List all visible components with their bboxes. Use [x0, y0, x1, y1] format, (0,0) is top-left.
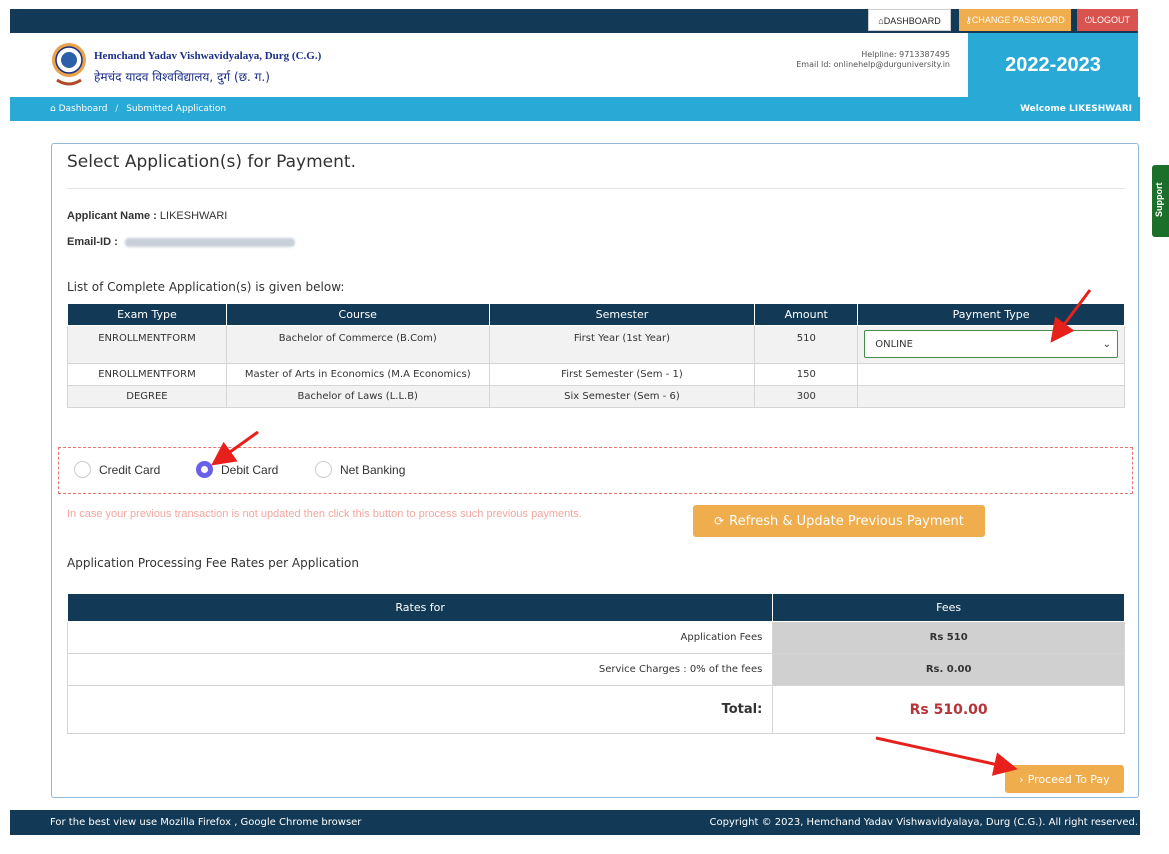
applicant-name-value: LIKESHWARI [159, 210, 228, 222]
top-bar: ⌂DASHBOARD ⚷CHANGE PASSWORD ⏻LOGOUT [10, 9, 1138, 33]
net-banking-radio[interactable] [315, 461, 332, 478]
course-cell: Master of Arts in Economics (M.A Economi… [225, 363, 490, 386]
university-name-hindi: हेमचंद यादव विश्वविद्यालय, दुर्ग (छ. ग.) [94, 70, 270, 84]
support-tab[interactable]: Support [1152, 165, 1169, 237]
application-fees-value: Rs 510 [772, 621, 1125, 654]
refresh-update-label: Refresh & Update Previous Payment [729, 513, 964, 529]
course-cell: Bachelor of Laws (L.L.B) [225, 385, 490, 408]
total-value: Rs 510.00 [772, 685, 1125, 734]
previous-payment-note: In case your previous transaction is not… [67, 508, 582, 520]
credit-card-label: Credit Card [99, 462, 161, 477]
refresh-icon: ⟳ [714, 514, 725, 528]
email-row: Email-ID : [67, 236, 295, 248]
amount-cell: 300 [754, 385, 859, 408]
fee-rates-label: Application Processing Fee Rates per App… [67, 556, 359, 570]
site-footer: For the best view use Mozilla Firefox , … [10, 810, 1140, 835]
payment-type-cell [857, 363, 1125, 386]
service-charges-value: Rs. 0.00 [772, 653, 1125, 686]
service-charges-label: Service Charges : 0% of the fees [66, 653, 774, 686]
proceed-to-pay-label: Proceed To Pay [1027, 772, 1110, 786]
breadcrumb-current: Submitted Application [126, 104, 227, 114]
amount-cell: 150 [754, 363, 859, 386]
email-label: Email-ID : [67, 236, 118, 248]
helpline-number: Helpline: 9713387495 [861, 50, 950, 59]
proceed-to-pay-button[interactable]: › Proceed To Pay [1005, 765, 1124, 793]
applicant-name-label: Applicant Name : [67, 210, 157, 222]
total-row: Total: Rs 510.00 [66, 685, 1125, 734]
chevron-down-icon: ⌄ [1102, 338, 1111, 350]
breadcrumb-separator: / [115, 104, 119, 114]
divider [67, 188, 1125, 189]
debit-card-option[interactable]: Debit Card [196, 461, 278, 478]
debit-card-radio[interactable] [196, 461, 213, 478]
total-label: Total: [66, 685, 774, 734]
net-banking-option[interactable]: Net Banking [315, 461, 405, 478]
application-fees-label: Application Fees [66, 621, 774, 654]
payment-type-cell [857, 385, 1125, 408]
semester-cell: Six Semester (Sem - 6) [488, 385, 756, 408]
payment-panel: Select Application(s) for Payment. Appli… [51, 143, 1139, 798]
university-logo [52, 43, 86, 86]
fees-header-row: Rates for Fees [66, 593, 1125, 622]
footer-copyright: Copyright © 2023, Hemchand Yadav Vishwav… [709, 817, 1138, 828]
table-row: Application Fees Rs 510 [66, 621, 1125, 654]
page-title: Select Application(s) for Payment. [67, 152, 356, 172]
payment-method-group: Credit Card Debit Card Net Banking [58, 447, 1133, 494]
payment-type-select[interactable]: ONLINE ⌄ [864, 330, 1118, 358]
semester-cell: First Year (1st Year) [488, 325, 756, 364]
credit-card-option[interactable]: Credit Card [74, 461, 160, 478]
applications-header-row: Exam Type Course Semester Amount Payment… [67, 303, 1125, 326]
university-name-english: Hemchand Yadav Vishwavidyalaya, Durg (C.… [94, 50, 322, 62]
applications-table: Exam Type Course Semester Amount Payment… [67, 303, 1125, 408]
help-email: Email Id: onlinehelp@durguniversity.in [796, 60, 950, 69]
semester-cell: First Semester (Sem - 1) [488, 363, 756, 386]
footer-browser-note: For the best view use Mozilla Firefox , … [50, 817, 362, 828]
credit-card-radio[interactable] [74, 461, 91, 478]
amount-cell: 510 [754, 325, 859, 364]
welcome-text: Welcome LIKESHWARI [1020, 104, 1132, 114]
net-banking-label: Net Banking [340, 462, 406, 477]
helpline-info: Helpline: 9713387495 Email Id: onlinehel… [796, 50, 950, 70]
table-row: Service Charges : 0% of the fees Rs. 0.0… [66, 653, 1125, 686]
column-header: Fees [772, 593, 1125, 622]
email-redacted [124, 237, 295, 247]
exam-type-cell: DEGREE [67, 385, 227, 408]
site-header: Hemchand Yadav Vishwavidyalaya, Durg (C.… [10, 33, 1138, 97]
column-header: Course [225, 303, 490, 326]
exam-type-cell: ENROLLMENTFORM [67, 325, 227, 364]
column-header: Rates for [66, 593, 774, 622]
dashboard-button[interactable]: ⌂DASHBOARD [868, 9, 951, 31]
breadcrumb: ⌂ Dashboard / Submitted Application Welc… [10, 97, 1140, 121]
column-header: Exam Type [67, 303, 227, 326]
logout-button[interactable]: ⏻LOGOUT [1077, 9, 1138, 31]
session-year: 2022-2023 [968, 33, 1138, 97]
power-icon: ⏻ [1084, 15, 1093, 25]
payment-type-cell: ONLINE ⌄ [857, 325, 1125, 364]
table-row: ENROLLMENTFORM Master of Arts in Economi… [67, 363, 1125, 386]
fees-table: Rates for Fees Application Fees Rs 510 S… [66, 593, 1125, 734]
refresh-update-button[interactable]: ⟳ Refresh & Update Previous Payment [693, 505, 985, 537]
column-header: Payment Type [857, 303, 1125, 326]
table-row: ENROLLMENTFORM Bachelor of Commerce (B.C… [67, 325, 1125, 364]
exam-type-cell: ENROLLMENTFORM [67, 363, 227, 386]
applications-list-label: List of Complete Application(s) is given… [67, 280, 345, 294]
support-label: Support [1154, 182, 1164, 218]
home-icon: ⌂ [50, 104, 56, 114]
chevron-right-icon: › [1019, 772, 1024, 786]
change-password-button[interactable]: ⚷CHANGE PASSWORD [959, 9, 1071, 31]
course-cell: Bachelor of Commerce (B.Com) [225, 325, 490, 364]
table-row: DEGREE Bachelor of Laws (L.L.B) Six Seme… [67, 385, 1125, 408]
breadcrumb-dashboard-link[interactable]: Dashboard [59, 104, 108, 114]
debit-card-label: Debit Card [221, 462, 279, 477]
applicant-name-row: Applicant Name : LIKESHWARI [67, 210, 227, 222]
column-header: Amount [754, 303, 859, 326]
payment-type-value: ONLINE [875, 338, 913, 350]
column-header: Semester [488, 303, 756, 326]
key-icon: ⚷ [965, 15, 972, 25]
